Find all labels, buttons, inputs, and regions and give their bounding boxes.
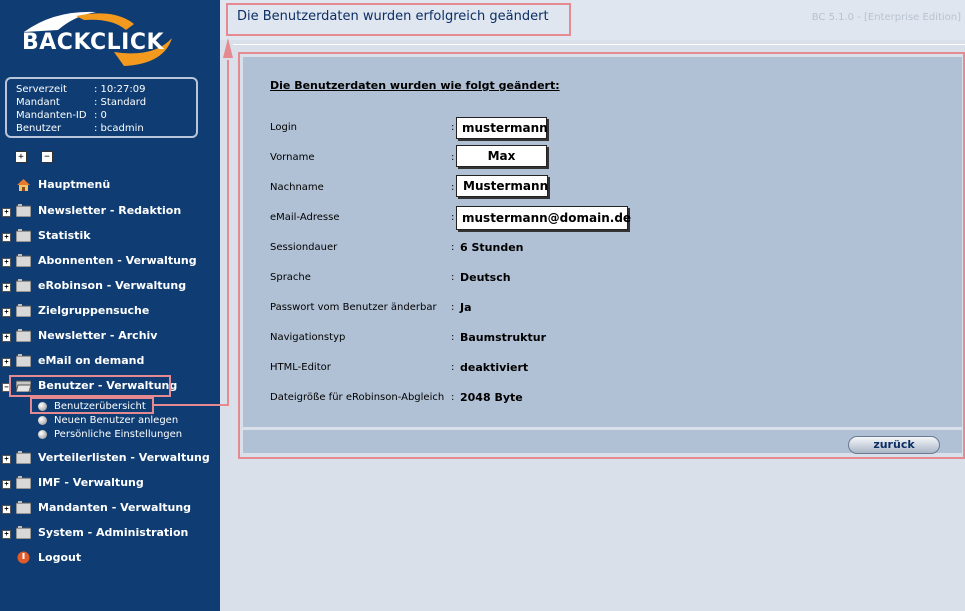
annotation-connector bbox=[154, 38, 233, 406]
